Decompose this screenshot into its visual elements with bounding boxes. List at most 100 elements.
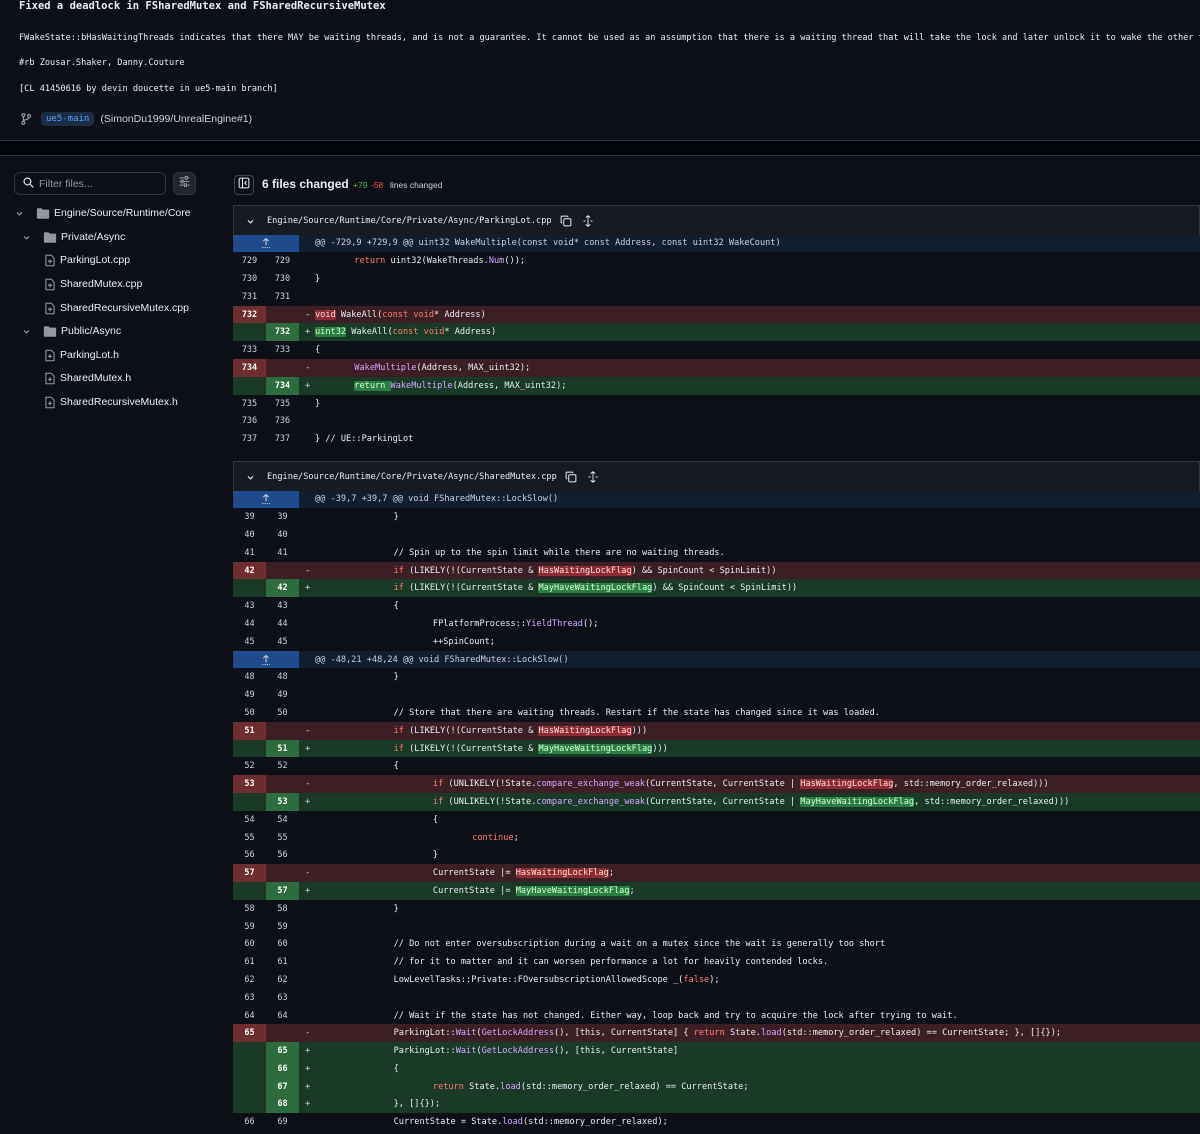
chevron-down-icon[interactable] [246,217,255,226]
old-line-number[interactable]: 41 [233,544,266,562]
old-line-number[interactable]: 54 [233,811,266,829]
copy-icon[interactable] [560,215,572,227]
old-line-number[interactable]: 44 [233,615,266,633]
old-line-number[interactable]: 50 [233,704,266,722]
new-line-number[interactable]: 65 [266,1042,299,1060]
old-line-number[interactable]: 40 [233,526,266,544]
new-line-number[interactable] [266,561,299,580]
expand-all-icon[interactable] [587,471,599,483]
expand-hunk-button[interactable] [233,650,299,669]
old-line-number[interactable]: 63 [233,989,266,1007]
old-line-number[interactable]: 733 [233,341,266,359]
chevron-down-icon[interactable] [22,233,31,242]
new-line-number[interactable]: 732 [266,323,299,342]
old-line-number[interactable]: 55 [233,829,266,847]
new-line-number[interactable]: 41 [266,544,299,562]
new-line-number[interactable]: 52 [266,757,299,775]
old-line-number[interactable]: 53 [233,775,266,794]
toggle-file-tree-button[interactable] [234,175,254,195]
new-line-number[interactable]: 60 [266,935,299,953]
old-line-number[interactable]: 58 [233,900,266,918]
new-line-number[interactable] [266,305,299,324]
old-line-number[interactable]: 730 [233,270,266,288]
new-line-number[interactable]: 61 [266,953,299,971]
new-line-number[interactable]: 44 [266,615,299,633]
new-line-number[interactable] [266,359,299,377]
old-line-number[interactable]: 735 [233,395,266,413]
old-line-number[interactable] [233,1095,266,1114]
new-line-number[interactable]: 64 [266,1007,299,1025]
old-line-number[interactable] [233,1042,266,1060]
new-line-number[interactable]: 55 [266,829,299,847]
new-line-number[interactable]: 62 [266,971,299,989]
new-line-number[interactable]: 51 [266,739,299,758]
chevron-down-icon[interactable] [246,473,255,482]
old-line-number[interactable]: 65 [233,1024,266,1043]
new-line-number[interactable]: 39 [266,508,299,526]
expand-all-icon[interactable] [582,215,594,227]
new-line-number[interactable]: 57 [266,882,299,900]
old-line-number[interactable]: 45 [233,633,266,651]
expand-hunk-button[interactable] [233,490,299,509]
filter-files-input[interactable] [39,177,157,190]
new-line-number[interactable]: 68 [266,1095,299,1114]
tree-file-6[interactable]: ParkingLot.h [44,345,119,365]
new-line-number[interactable]: 729 [266,252,299,270]
chevron-down-icon[interactable] [22,327,31,336]
new-line-number[interactable] [266,864,299,883]
new-line-number[interactable]: 53 [266,793,299,811]
new-line-number[interactable] [266,1024,299,1043]
new-line-number[interactable]: 54 [266,811,299,829]
old-line-number[interactable] [233,793,266,811]
old-line-number[interactable]: 59 [233,918,266,936]
old-line-number[interactable]: 52 [233,757,266,775]
copy-icon[interactable] [565,471,577,483]
new-line-number[interactable]: 59 [266,918,299,936]
tree-file-4[interactable]: SharedRecursiveMutex.cpp [44,298,189,318]
old-line-number[interactable]: 43 [233,597,266,615]
branch-badge[interactable]: ue5-main [41,112,95,126]
new-line-number[interactable]: 45 [266,633,299,651]
new-line-number[interactable]: 63 [266,989,299,1007]
pull-request-link[interactable]: (SimonDu1999/UnrealEngine#1) [100,113,252,125]
new-line-number[interactable]: 56 [266,846,299,864]
old-line-number[interactable]: 731 [233,288,266,306]
new-line-number[interactable]: 731 [266,288,299,306]
old-line-number[interactable] [233,739,266,758]
file-filter-settings-button[interactable] [173,172,196,195]
old-line-number[interactable]: 736 [233,412,266,430]
old-line-number[interactable]: 39 [233,508,266,526]
new-line-number[interactable]: 69 [266,1113,299,1131]
old-line-number[interactable] [233,376,266,395]
old-line-number[interactable]: 729 [233,252,266,270]
old-line-number[interactable]: 61 [233,953,266,971]
old-line-number[interactable]: 56 [233,846,266,864]
new-line-number[interactable]: 736 [266,412,299,430]
old-line-number[interactable] [233,882,266,900]
tree-folder-0[interactable]: Engine/Source/Runtime/Core [15,203,191,223]
file-diff-header[interactable]: Engine/Source/Runtime/Core/Private/Async… [233,205,1200,236]
tree-file-3[interactable]: SharedMutex.cpp [44,274,142,294]
new-line-number[interactable] [266,775,299,794]
old-line-number[interactable] [233,1060,266,1078]
old-line-number[interactable]: 732 [233,305,266,324]
old-line-number[interactable]: 737 [233,430,266,448]
new-line-number[interactable]: 734 [266,376,299,395]
tree-file-2[interactable]: ParkingLot.cpp [44,250,130,270]
old-line-number[interactable] [233,1077,266,1096]
tree-file-7[interactable]: SharedMutex.h [44,368,131,388]
old-line-number[interactable]: 51 [233,721,266,740]
new-line-number[interactable]: 43 [266,597,299,615]
old-line-number[interactable]: 734 [233,359,266,377]
new-line-number[interactable]: 730 [266,270,299,288]
chevron-down-icon[interactable] [15,209,24,218]
new-line-number[interactable]: 66 [266,1060,299,1078]
old-line-number[interactable]: 48 [233,668,266,686]
old-line-number[interactable]: 60 [233,935,266,953]
new-line-number[interactable]: 49 [266,686,299,704]
old-line-number[interactable]: 62 [233,971,266,989]
new-line-number[interactable]: 48 [266,668,299,686]
new-line-number[interactable]: 735 [266,395,299,413]
expand-hunk-button[interactable] [233,234,299,253]
old-line-number[interactable]: 66 [233,1113,266,1131]
